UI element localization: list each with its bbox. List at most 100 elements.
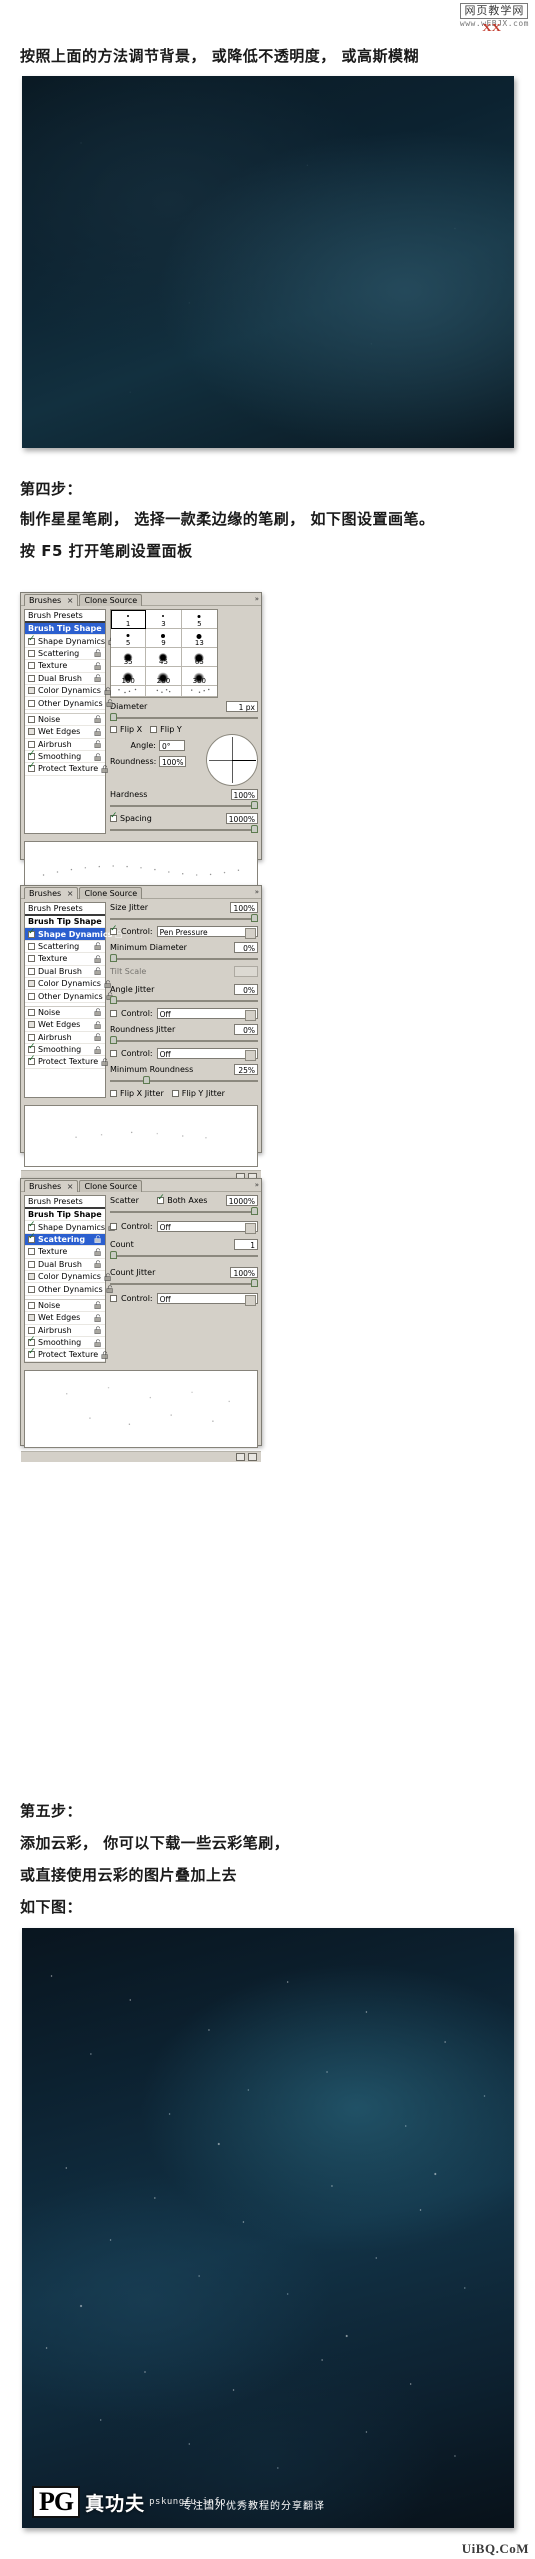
checkbox-icon[interactable] (28, 715, 35, 723)
lock-icon[interactable] (94, 1314, 102, 1322)
list-item-other-dynamics[interactable]: Other Dynamics (25, 1283, 113, 1296)
new-brush-icon[interactable] (236, 1453, 245, 1462)
checkbox-icon[interactable] (157, 1193, 165, 1204)
list-item-airbrush[interactable]: Airbrush (25, 739, 105, 751)
control-1-select[interactable]: Off (156, 1221, 258, 1234)
checkbox-icon[interactable] (28, 942, 35, 950)
list-item-color-dynamics[interactable]: Color Dynamics (25, 978, 111, 991)
flip-x-jitter-checkbox[interactable]: Flip X Jitter (110, 1089, 164, 1098)
spacing-slider[interactable] (110, 825, 258, 834)
scatter-slider[interactable] (110, 1207, 258, 1216)
size-jitter-slider[interactable] (110, 914, 258, 923)
diameter-slider[interactable] (110, 713, 258, 722)
checkbox-icon[interactable] (28, 1021, 35, 1029)
count-slider[interactable] (110, 1251, 258, 1260)
lock-icon[interactable] (94, 740, 102, 749)
lock-icon[interactable] (94, 662, 102, 670)
checkbox-icon[interactable] (110, 726, 117, 733)
min-diameter-slider[interactable] (110, 954, 258, 963)
list-item-protect-texture[interactable]: Protect Texture (25, 1054, 108, 1069)
list-item-protect-texture[interactable]: Protect Texture (25, 761, 108, 776)
angle-value[interactable]: 0° (159, 740, 185, 751)
slider-thumb[interactable] (110, 954, 117, 962)
checkbox-icon[interactable] (28, 1248, 35, 1256)
list-item-noise[interactable]: Noise (25, 1300, 105, 1313)
lock-icon[interactable] (94, 674, 102, 683)
list-item-smoothing[interactable]: Smoothing (25, 1042, 105, 1057)
brush-tip-cell[interactable]: 5 (181, 610, 217, 629)
checkbox-icon[interactable] (110, 924, 118, 935)
list-item-color-dynamics[interactable]: Color Dynamics (25, 1271, 111, 1284)
list-item-wet-edges[interactable]: Wet Edges (25, 1312, 105, 1325)
checkbox-icon[interactable] (28, 1301, 35, 1309)
lock-icon[interactable] (94, 1248, 102, 1256)
checkbox-icon[interactable] (28, 699, 35, 707)
brush-tip-cell[interactable]: 200 (146, 667, 182, 686)
lock-icon[interactable] (94, 1033, 102, 1042)
checkbox-icon[interactable] (28, 761, 36, 773)
control-3-select[interactable]: Off (156, 1048, 258, 1061)
flip-x-checkbox[interactable]: Flip X (110, 725, 142, 734)
checkbox-icon[interactable] (28, 1042, 36, 1054)
checkbox-icon[interactable] (28, 1285, 35, 1293)
list-item-noise[interactable]: Noise (25, 1007, 105, 1020)
tab-clone-source[interactable]: Clone Source (79, 1180, 143, 1192)
checkbox-icon[interactable] (28, 980, 35, 988)
brush-tip-cell[interactable] (146, 686, 182, 697)
slider-thumb[interactable] (110, 996, 117, 1004)
checkbox-icon[interactable] (28, 1314, 35, 1322)
list-item-texture[interactable]: Texture (25, 660, 105, 673)
checkbox-icon[interactable] (28, 728, 35, 736)
control-2-select[interactable]: Off (156, 1293, 258, 1306)
panel1-option-list[interactable]: Brush Presets Brush Tip Shape Shape Dyna… (24, 609, 115, 834)
checkbox-icon[interactable] (28, 687, 35, 695)
list-item-other-dynamics[interactable]: Other Dynamics (25, 697, 113, 710)
spacing-checkbox[interactable]: Spacing (110, 811, 152, 823)
min-roundness-slider[interactable] (110, 1076, 258, 1085)
slider-thumb[interactable] (251, 1279, 258, 1287)
brush-tip-grid[interactable]: 1 3 5 5 9 13 35 45 65 100 200 300 (110, 609, 218, 698)
list-item-brush-tip-shape[interactable]: Brush Tip Shape (25, 916, 105, 929)
checkbox-icon[interactable] (28, 1326, 35, 1334)
close-icon[interactable]: × (67, 1182, 74, 1191)
flip-y-checkbox[interactable]: Flip Y (150, 725, 182, 734)
list-item-dual-brush[interactable]: Dual Brush (25, 673, 105, 685)
list-item-shape-dynamics[interactable]: Shape Dynamics (25, 1220, 115, 1234)
slider-thumb[interactable] (110, 1251, 117, 1259)
slider-thumb[interactable] (251, 914, 258, 922)
panel-menu-icon[interactable]: » (255, 888, 259, 896)
checkbox-icon[interactable] (110, 1295, 117, 1302)
roundness-value[interactable]: 100% (159, 756, 187, 767)
angle-roundness-dial[interactable] (206, 734, 258, 786)
list-item-texture[interactable]: Texture (25, 953, 105, 966)
brushes-panel-3[interactable]: Brushes × Clone Source » Brush Presets B… (20, 1178, 262, 1462)
panel-menu-icon[interactable]: » (255, 1181, 259, 1189)
close-icon[interactable]: × (67, 889, 74, 898)
checkbox-icon[interactable] (28, 662, 35, 670)
list-item-brush-tip-shape[interactable]: Brush Tip Shape (25, 1209, 105, 1222)
diameter-value[interactable]: 1 px (226, 701, 258, 712)
lock-icon[interactable] (94, 728, 102, 736)
brushes-panel-1[interactable]: Brushes × Clone Source » Brush Presets B… (20, 592, 262, 917)
slider-thumb[interactable] (251, 825, 258, 833)
lock-icon[interactable] (94, 942, 102, 951)
list-item-protect-texture[interactable]: Protect Texture (25, 1347, 108, 1362)
checkbox-icon[interactable] (28, 649, 35, 657)
brush-tip-cell[interactable]: 1 (111, 610, 147, 629)
lock-icon[interactable] (94, 752, 102, 761)
brush-presets-item[interactable]: Brush Presets (25, 610, 105, 623)
list-item-noise[interactable]: Noise (25, 714, 105, 727)
list-item-texture[interactable]: Texture (25, 1246, 105, 1259)
lock-icon[interactable] (94, 715, 102, 724)
control-1-select[interactable]: Pen Pressure (156, 926, 258, 939)
checkbox-icon[interactable] (28, 749, 36, 761)
checkbox-icon[interactable] (28, 634, 36, 645)
checkbox-icon[interactable] (28, 1220, 36, 1231)
brush-tip-cell[interactable]: 35 (111, 648, 147, 667)
checkbox-icon[interactable] (28, 1232, 36, 1243)
tab-brushes[interactable]: Brushes × (24, 1180, 79, 1192)
checkbox-icon[interactable] (28, 992, 35, 1000)
angle-jitter-value[interactable]: 0% (234, 984, 258, 995)
hardness-value[interactable]: 100% (230, 789, 258, 800)
size-jitter-value[interactable]: 100% (230, 902, 258, 913)
